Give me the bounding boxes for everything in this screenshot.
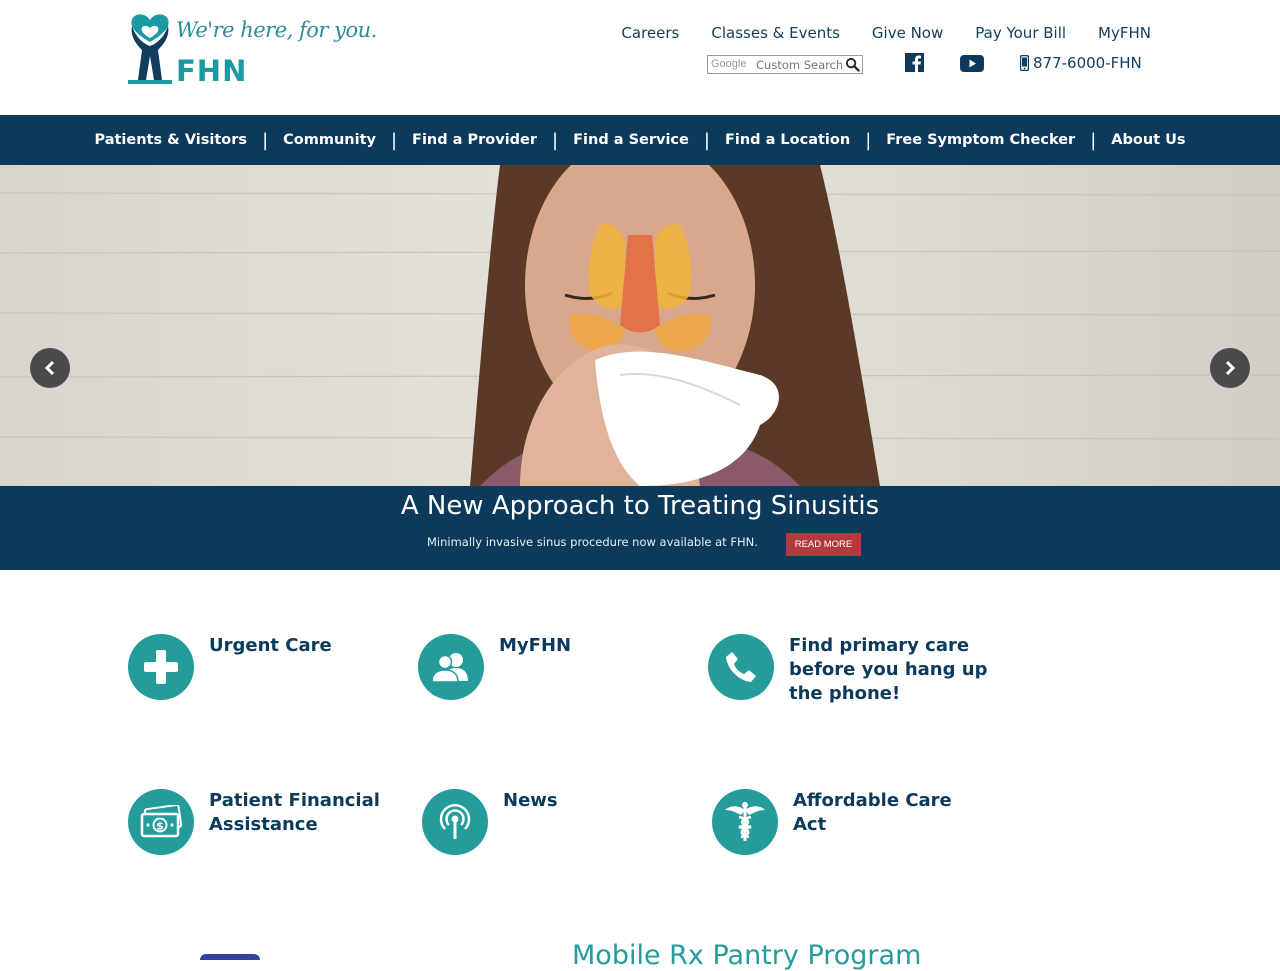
facebook-icon bbox=[905, 53, 924, 72]
rx-pantry-heading: Mobile Rx Pantry Program bbox=[572, 940, 922, 971]
nav-find-provider[interactable]: Find a Provider bbox=[412, 132, 537, 148]
phone-icon bbox=[708, 634, 774, 700]
phone-number[interactable]: 877-6000-FHN bbox=[1020, 54, 1142, 72]
nav-separator: | bbox=[262, 129, 269, 151]
nav-community[interactable]: Community bbox=[283, 132, 376, 148]
tile-find-primary-care[interactable]: Find primary care before you hang up the… bbox=[708, 634, 1028, 714]
nav-separator: | bbox=[703, 129, 710, 151]
tile-label: Patient Financial Assistance bbox=[209, 790, 380, 835]
nav-symptom-checker[interactable]: Free Symptom Checker bbox=[886, 132, 1075, 148]
util-link-pay-bill[interactable]: Pay Your Bill bbox=[975, 24, 1066, 42]
tile-patient-financial-assistance[interactable]: $ Patient Financial Assistance bbox=[128, 789, 388, 869]
rx-pantry-image bbox=[200, 954, 260, 960]
broadcast-icon bbox=[422, 789, 488, 855]
fhn-logo[interactable]: We're here, for you. FHN bbox=[126, 12, 377, 90]
phone-text: 877-6000-FHN bbox=[1033, 54, 1142, 72]
chevron-right-icon bbox=[1225, 360, 1236, 376]
logo-tagline: We're here, for you. bbox=[176, 18, 377, 42]
nav-separator: | bbox=[1090, 129, 1097, 151]
tile-news[interactable]: News bbox=[422, 789, 682, 869]
money-icon: $ bbox=[128, 789, 194, 855]
youtube-icon bbox=[960, 55, 984, 72]
tile-urgent-care[interactable]: Urgent Care bbox=[128, 634, 388, 714]
svg-text:$: $ bbox=[156, 820, 164, 833]
main-nav: Patients & Visitors | Community | Find a… bbox=[0, 115, 1280, 165]
search-input[interactable] bbox=[756, 56, 842, 73]
tile-label: News bbox=[503, 790, 558, 811]
facebook-link[interactable] bbox=[905, 53, 924, 76]
hero-slide-image bbox=[0, 165, 1280, 486]
util-link-careers[interactable]: Careers bbox=[621, 24, 679, 42]
hero-title: A New Approach to Treating Sinusitis bbox=[400, 491, 880, 521]
tile-label: Affordable Care Act bbox=[793, 790, 952, 835]
nav-find-service[interactable]: Find a Service bbox=[573, 132, 689, 148]
search-icon[interactable] bbox=[845, 57, 860, 72]
hero-caption: A New Approach to Treating Sinusitis Min… bbox=[0, 486, 1280, 570]
tile-label: MyFHN bbox=[499, 635, 572, 656]
nav-find-location[interactable]: Find a Location bbox=[725, 132, 850, 148]
mobile-phone-icon bbox=[1020, 55, 1029, 71]
chevron-left-icon bbox=[44, 360, 55, 376]
utility-nav: Careers Classes & Events Give Now Pay Yo… bbox=[589, 24, 1151, 42]
tile-label: Find primary care before you hang up the… bbox=[789, 635, 988, 704]
google-search-label: Google bbox=[711, 58, 747, 70]
util-link-give-now[interactable]: Give Now bbox=[872, 24, 943, 42]
tile-myfhn[interactable]: MyFHN bbox=[418, 634, 678, 714]
slider-next-button[interactable] bbox=[1210, 348, 1250, 388]
hero-subtitle: Minimally invasive sinus procedure now a… bbox=[427, 535, 758, 549]
nav-patients-visitors[interactable]: Patients & Visitors bbox=[94, 132, 247, 148]
keyhole-heart-logo-icon bbox=[128, 14, 172, 84]
site-search: Google bbox=[707, 55, 863, 74]
sinus-woman-photo bbox=[0, 165, 1280, 486]
nav-separator: | bbox=[865, 129, 872, 151]
tile-affordable-care-act[interactable]: Affordable Care Act bbox=[712, 789, 972, 869]
util-link-classes-events[interactable]: Classes & Events bbox=[711, 24, 840, 42]
site-header: We're here, for you. FHN Careers Classes… bbox=[0, 0, 1280, 115]
nav-separator: | bbox=[552, 129, 559, 151]
nav-separator: | bbox=[390, 129, 398, 151]
caduceus-icon bbox=[712, 789, 778, 855]
users-icon bbox=[418, 634, 484, 700]
nav-about-us[interactable]: About Us bbox=[1111, 132, 1185, 148]
plus-icon bbox=[128, 634, 194, 700]
read-more-button[interactable]: READ MORE bbox=[786, 533, 861, 556]
slider-prev-button[interactable] bbox=[30, 348, 70, 388]
tile-label: Urgent Care bbox=[209, 635, 332, 656]
util-link-myfhn[interactable]: MyFHN bbox=[1098, 24, 1151, 42]
logo-wordmark: FHN bbox=[176, 54, 248, 88]
youtube-link[interactable] bbox=[960, 55, 984, 76]
